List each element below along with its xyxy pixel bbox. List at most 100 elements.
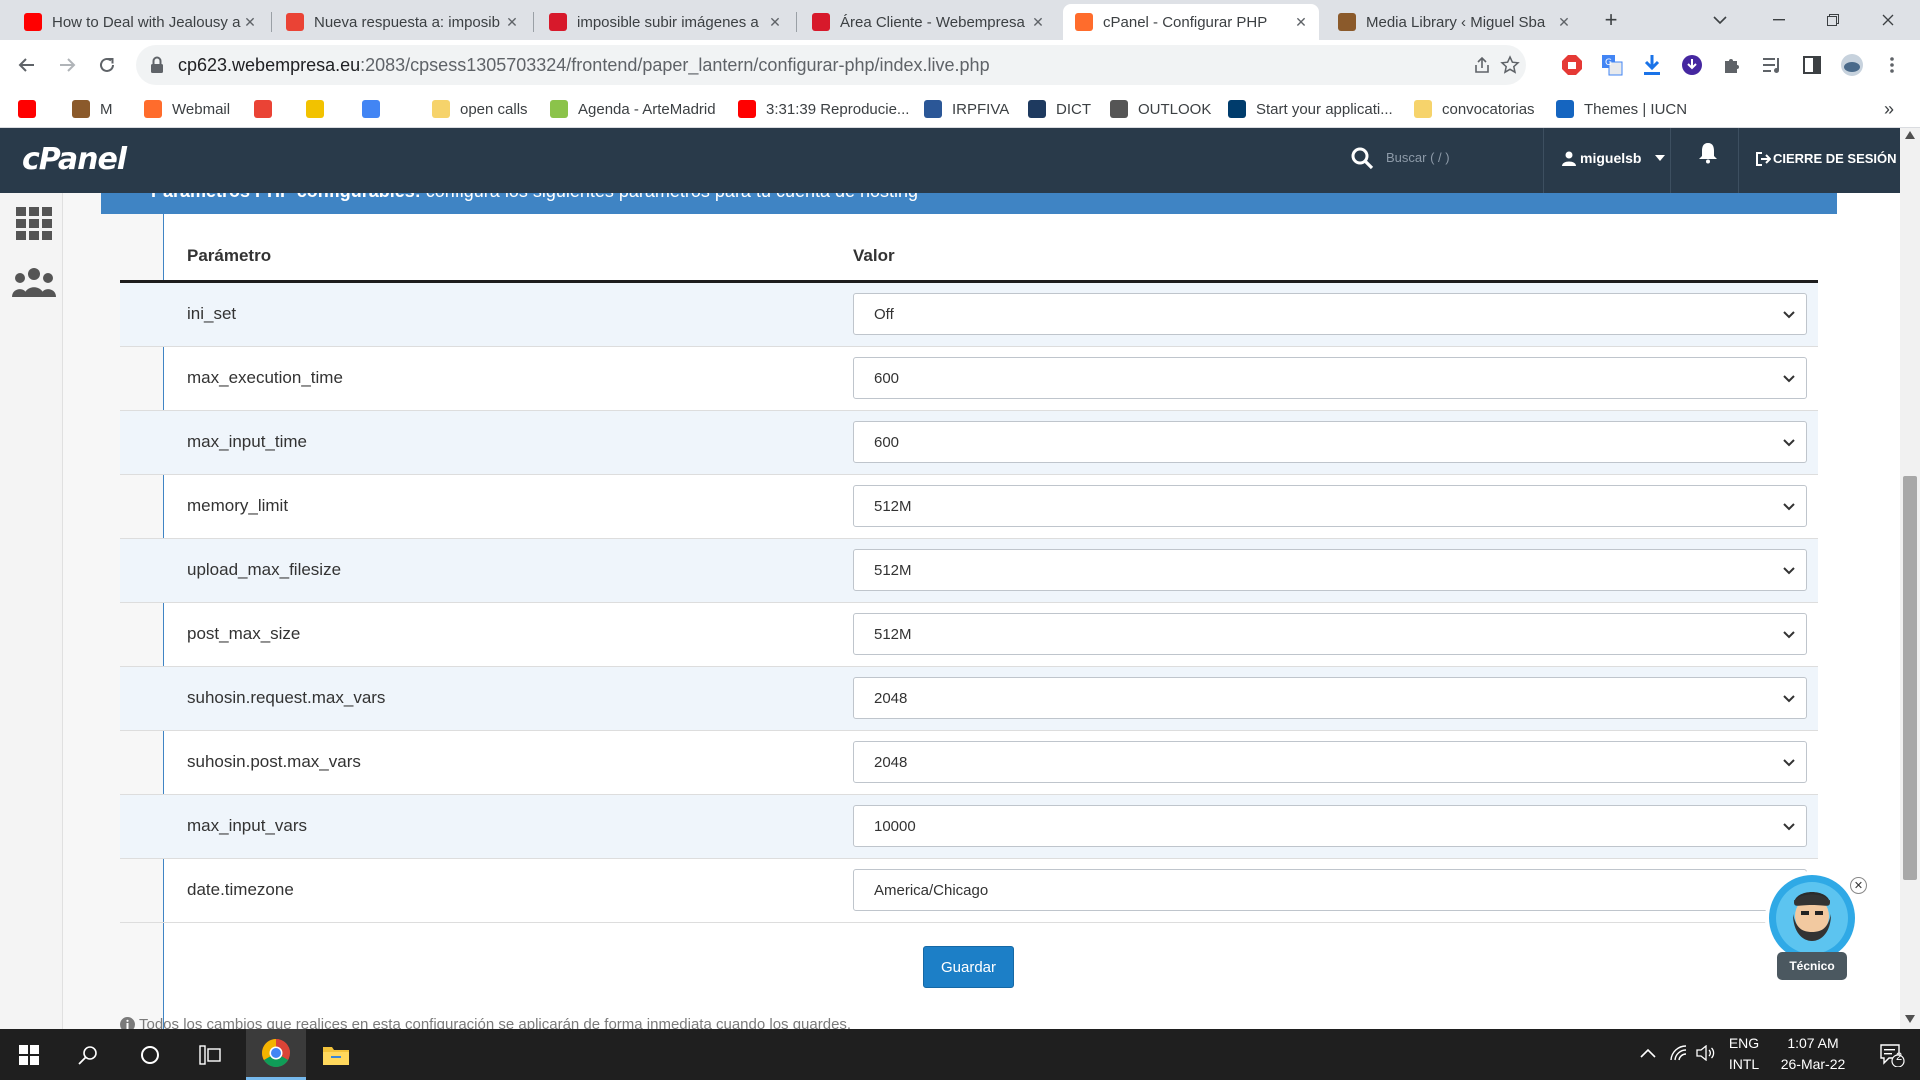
save-button[interactable]: Guardar: [923, 946, 1014, 988]
bookmark-item[interactable]: 3:31:39 Reproducie...: [738, 97, 909, 121]
maximize-window-button[interactable]: [1810, 0, 1856, 40]
param-value-select[interactable]: 2048: [853, 741, 1807, 783]
search-input[interactable]: Buscar ( / ): [1386, 150, 1450, 165]
start-button[interactable]: [0, 1029, 58, 1080]
url-text[interactable]: cp623.webempresa.eu:2083/cpsess130570332…: [178, 55, 990, 76]
bookmark-star-icon[interactable]: [1498, 53, 1522, 77]
user-menu-button[interactable]: miguelsb: [1562, 150, 1666, 166]
scroll-down-arrow-icon[interactable]: [1905, 1015, 1915, 1023]
param-value: Off: [874, 306, 894, 323]
bookmark-item[interactable]: M: [72, 97, 113, 121]
param-value-select[interactable]: 512M: [853, 549, 1807, 591]
param-value-select[interactable]: 600: [853, 421, 1807, 463]
logout-icon: [1756, 151, 1771, 166]
bookmark-item[interactable]: convocatorias: [1414, 97, 1535, 121]
browser-menu-icon[interactable]: [1880, 53, 1904, 77]
chevron-down-icon: [1783, 567, 1795, 575]
bookmark-item[interactable]: [18, 97, 46, 121]
youtube-icon: [24, 13, 42, 31]
browser-tab[interactable]: Nueva respuesta a: imposib ✕: [274, 4, 530, 40]
clock[interactable]: 1:07 AM 26-Mar-22: [1770, 1035, 1856, 1072]
webempresa-icon: [549, 13, 567, 31]
close-tab-icon[interactable]: ✕: [1030, 14, 1046, 31]
lock-icon[interactable]: [150, 56, 164, 74]
close-tab-icon[interactable]: ✕: [767, 14, 783, 31]
new-tab-button[interactable]: +: [1594, 0, 1628, 40]
logout-button[interactable]: CIERRE DE SESIÓN: [1755, 151, 1897, 166]
panel-heading-bold: Parámetros PHP configurables:: [151, 193, 421, 201]
chrome-taskbar-button[interactable]: [246, 1029, 306, 1080]
extensions-puzzle-icon[interactable]: [1720, 53, 1744, 77]
username-label: miguelsb: [1580, 150, 1642, 166]
param-value-input[interactable]: America/Chicago: [853, 869, 1807, 911]
bookmark-item[interactable]: Start your applicati...: [1228, 97, 1393, 121]
address-bar[interactable]: cp623.webempresa.eu:2083/cpsess130570332…: [136, 45, 1526, 85]
apps-grid-icon[interactable]: [16, 207, 52, 241]
bookmark-item[interactable]: DICT: [1028, 97, 1091, 121]
bookmarks-bar: M Webmail open calls Agenda - ArteMadrid 3:3…: [0, 90, 1920, 128]
param-value-select[interactable]: 10000: [853, 805, 1807, 847]
media-queue-icon[interactable]: [1760, 53, 1784, 77]
browser-tab[interactable]: imposible subir imágenes a ✕: [537, 4, 793, 40]
close-tab-icon[interactable]: ✕: [1293, 14, 1309, 31]
notification-center-button[interactable]: 2: [1864, 1029, 1920, 1080]
bookmark-item[interactable]: Agenda - ArteMadrid: [550, 97, 716, 121]
share-icon[interactable]: [1470, 53, 1494, 77]
wifi-icon[interactable]: [1670, 1045, 1688, 1061]
chrome-icon: [262, 1039, 290, 1067]
forward-button[interactable]: [50, 48, 84, 82]
close-window-button[interactable]: [1865, 0, 1911, 40]
close-tab-icon[interactable]: ✕: [242, 14, 258, 31]
users-group-icon[interactable]: [12, 267, 56, 299]
tray-chevron-up-icon[interactable]: [1640, 1048, 1656, 1058]
translate-extension-icon[interactable]: G: [1600, 53, 1624, 77]
minimize-window-button[interactable]: [1756, 0, 1802, 40]
close-bot-button[interactable]: ✕: [1850, 877, 1867, 894]
youtube-icon: [738, 100, 756, 118]
bookmark-label: open calls: [460, 100, 528, 118]
param-value-select[interactable]: Off: [853, 293, 1807, 335]
param-value-select[interactable]: 600: [853, 357, 1807, 399]
param-value-select[interactable]: 2048: [853, 677, 1807, 719]
info-icon: [120, 1017, 135, 1029]
bookmarks-overflow-button[interactable]: »: [1884, 97, 1894, 121]
bookmark-item[interactable]: [306, 97, 334, 121]
downloader-extension-icon[interactable]: [1680, 53, 1704, 77]
tab-search-icon[interactable]: [1697, 0, 1743, 40]
param-value-select[interactable]: 512M: [853, 485, 1807, 527]
close-tab-icon[interactable]: ✕: [504, 14, 520, 31]
side-panel-icon[interactable]: [1800, 53, 1824, 77]
browser-tab[interactable]: Área Cliente - Webempresa ✕: [800, 4, 1056, 40]
back-button[interactable]: [10, 48, 44, 82]
download-extension-icon[interactable]: [1640, 53, 1664, 77]
bookmark-item[interactable]: Webmail: [144, 97, 230, 121]
browser-tab[interactable]: cPanel - Configurar PHP ✕: [1063, 4, 1319, 40]
bookmark-item[interactable]: IRPFIVA: [924, 97, 1009, 121]
file-explorer-taskbar-button[interactable]: [310, 1029, 362, 1080]
cpanel-logo[interactable]: cPanel: [22, 142, 127, 177]
bookmark-label: OUTLOOK: [1138, 100, 1212, 118]
task-view-button[interactable]: [186, 1029, 234, 1080]
bookmark-item[interactable]: open calls: [432, 97, 528, 121]
bookmark-item[interactable]: Themes | IUCN: [1556, 97, 1687, 121]
bookmark-item[interactable]: [362, 97, 390, 121]
adblock-extension-icon[interactable]: [1560, 53, 1584, 77]
support-bot-label[interactable]: Técnico: [1777, 952, 1847, 980]
volume-icon[interactable]: [1696, 1045, 1716, 1061]
close-tab-icon[interactable]: ✕: [1556, 14, 1572, 31]
bookmark-item[interactable]: OUTLOOK: [1110, 97, 1211, 121]
param-value: 10000: [874, 818, 916, 835]
page-scrollbar-thumb[interactable]: [1903, 476, 1917, 880]
reload-button[interactable]: [90, 48, 124, 82]
scroll-up-arrow-icon[interactable]: [1905, 131, 1915, 139]
language-indicator[interactable]: ENG INTL: [1724, 1035, 1764, 1072]
browser-tab[interactable]: Media Library ‹ Miguel Sba ✕: [1326, 4, 1582, 40]
search-icon[interactable]: [1350, 146, 1374, 170]
bookmark-item[interactable]: [254, 97, 282, 121]
notifications-bell-icon[interactable]: [1698, 142, 1718, 164]
cortana-button[interactable]: [126, 1029, 174, 1080]
param-value-select[interactable]: 512M: [853, 613, 1807, 655]
profile-avatar[interactable]: [1840, 53, 1864, 77]
browser-tab[interactable]: How to Deal with Jealousy a ✕: [12, 4, 268, 40]
taskbar-search-button[interactable]: [64, 1029, 112, 1080]
